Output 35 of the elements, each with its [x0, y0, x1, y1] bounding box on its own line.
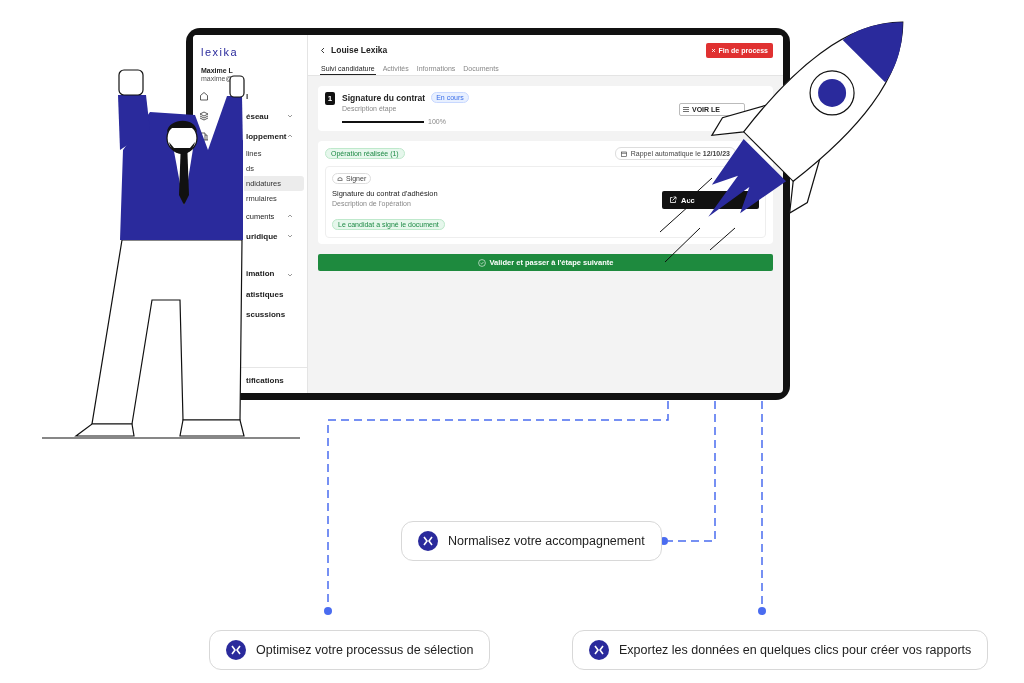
chevron-icon[interactable]	[287, 272, 293, 278]
speed-line	[664, 227, 701, 263]
cross-arrows-icon	[589, 640, 609, 660]
calendar-icon	[620, 150, 627, 157]
sidebar-item[interactable]: imation	[246, 269, 275, 278]
step-title: Signature du contrat	[342, 92, 426, 103]
sidebar-item[interactable]: l	[246, 91, 249, 101]
home-icon	[199, 91, 209, 101]
external-link-icon	[669, 196, 677, 204]
callout-text: Exportez les données en quelques clics pour créer vos rapports	[619, 643, 972, 657]
cross-arrows-icon	[418, 531, 438, 551]
sidebar-item[interactable]: scussions	[246, 309, 286, 319]
page-title: Louise Lexika	[331, 45, 388, 55]
speed-line	[709, 227, 736, 251]
callout-text: Optimisez votre processus de sélection	[256, 643, 474, 657]
sidebar-item[interactable]: éseau	[246, 111, 269, 121]
sidebar-item[interactable]: tifications	[246, 376, 284, 385]
callout-text: Normalisez votre accompagnement	[448, 534, 645, 548]
chevron-icon[interactable]	[287, 233, 293, 239]
chevron-icon[interactable]	[287, 213, 293, 219]
list-icon	[683, 107, 689, 112]
cross-arrows-icon	[226, 640, 246, 660]
chevron-icon[interactable]	[287, 133, 293, 139]
chevron-icon[interactable]	[287, 113, 293, 119]
brand-logo: lexika	[200, 45, 240, 60]
rocket-window	[809, 70, 855, 116]
sidebar-item[interactable]: uridique	[246, 231, 278, 241]
rocket-nose	[842, 22, 903, 83]
sidebar-item[interactable]: atistiques	[246, 289, 284, 299]
check-circle-icon	[477, 258, 486, 267]
layers-icon	[199, 111, 209, 121]
sidebar-item[interactable]: loppement	[246, 131, 287, 141]
close-icon	[710, 47, 716, 53]
step-number: 1	[325, 92, 335, 105]
back-icon[interactable]	[320, 46, 326, 54]
